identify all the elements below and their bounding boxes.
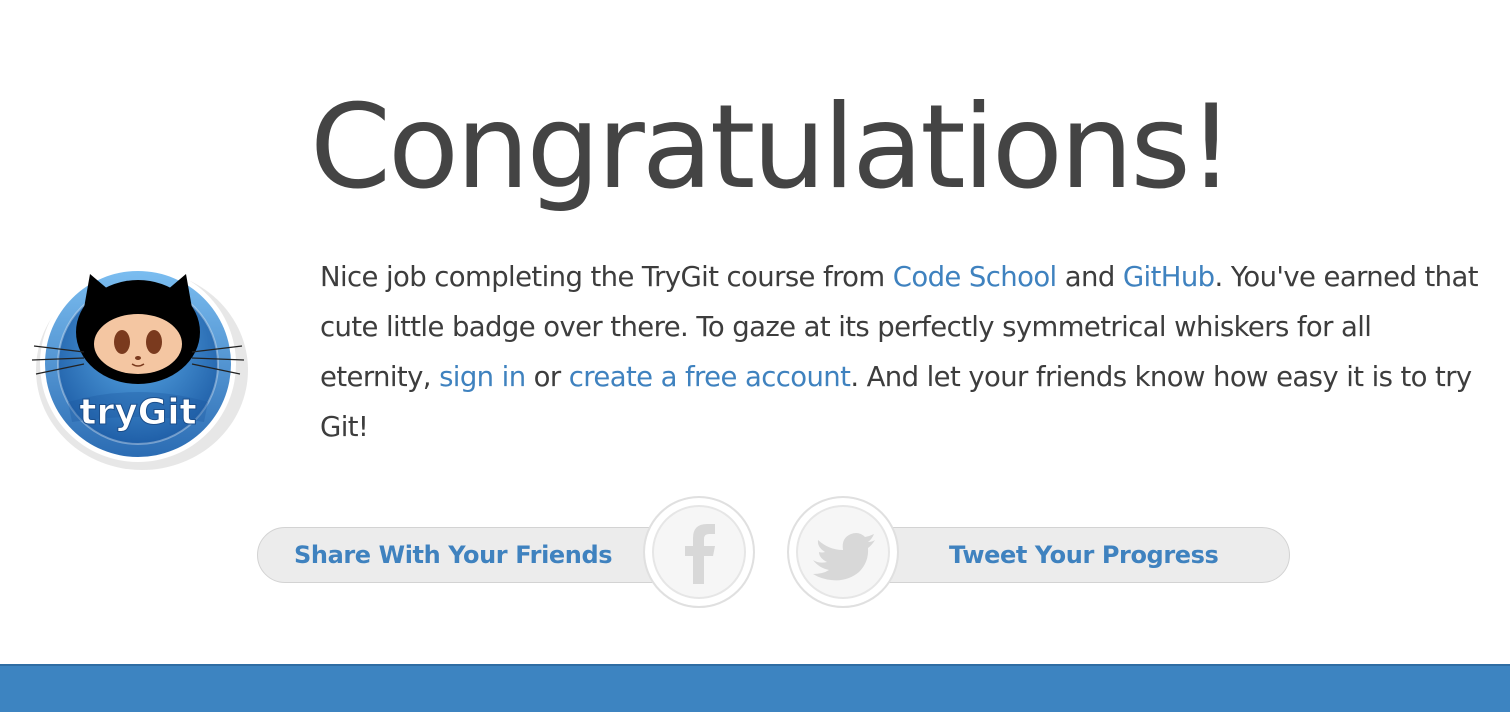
twitter-button[interactable] — [787, 496, 899, 608]
facebook-button[interactable] — [643, 496, 755, 608]
facebook-icon — [685, 524, 715, 584]
code-school-link[interactable]: Code School — [893, 261, 1057, 293]
tweet-progress-button[interactable]: Tweet Your Progress — [850, 527, 1290, 583]
share-facebook-button[interactable]: Share With Your Friends — [257, 527, 697, 583]
message-text: and — [1056, 261, 1123, 293]
tweet-progress-label[interactable]: Tweet Your Progress — [949, 528, 1219, 582]
share-facebook-label[interactable]: Share With Your Friends — [294, 528, 613, 582]
sign-in-link[interactable]: sign in — [439, 361, 526, 393]
congratulations-page: Congratulations! tryGit Nice job complet… — [0, 0, 1510, 712]
message-text: or — [525, 361, 569, 393]
trygit-badge: tryGit — [28, 262, 252, 476]
congratulations-message: Nice job completing the TryGit course fr… — [320, 252, 1480, 452]
github-link[interactable]: GitHub — [1123, 261, 1215, 293]
message-text: Nice job completing the TryGit course fr… — [320, 261, 893, 293]
trygit-octocat-badge-icon: tryGit — [31, 266, 248, 470]
create-account-link[interactable]: create a free account — [569, 361, 851, 393]
svg-text:tryGit: tryGit — [79, 392, 197, 433]
footer-bar — [0, 664, 1510, 712]
page-title: Congratulations! — [310, 80, 1234, 215]
twitter-bird-icon — [813, 533, 875, 581]
